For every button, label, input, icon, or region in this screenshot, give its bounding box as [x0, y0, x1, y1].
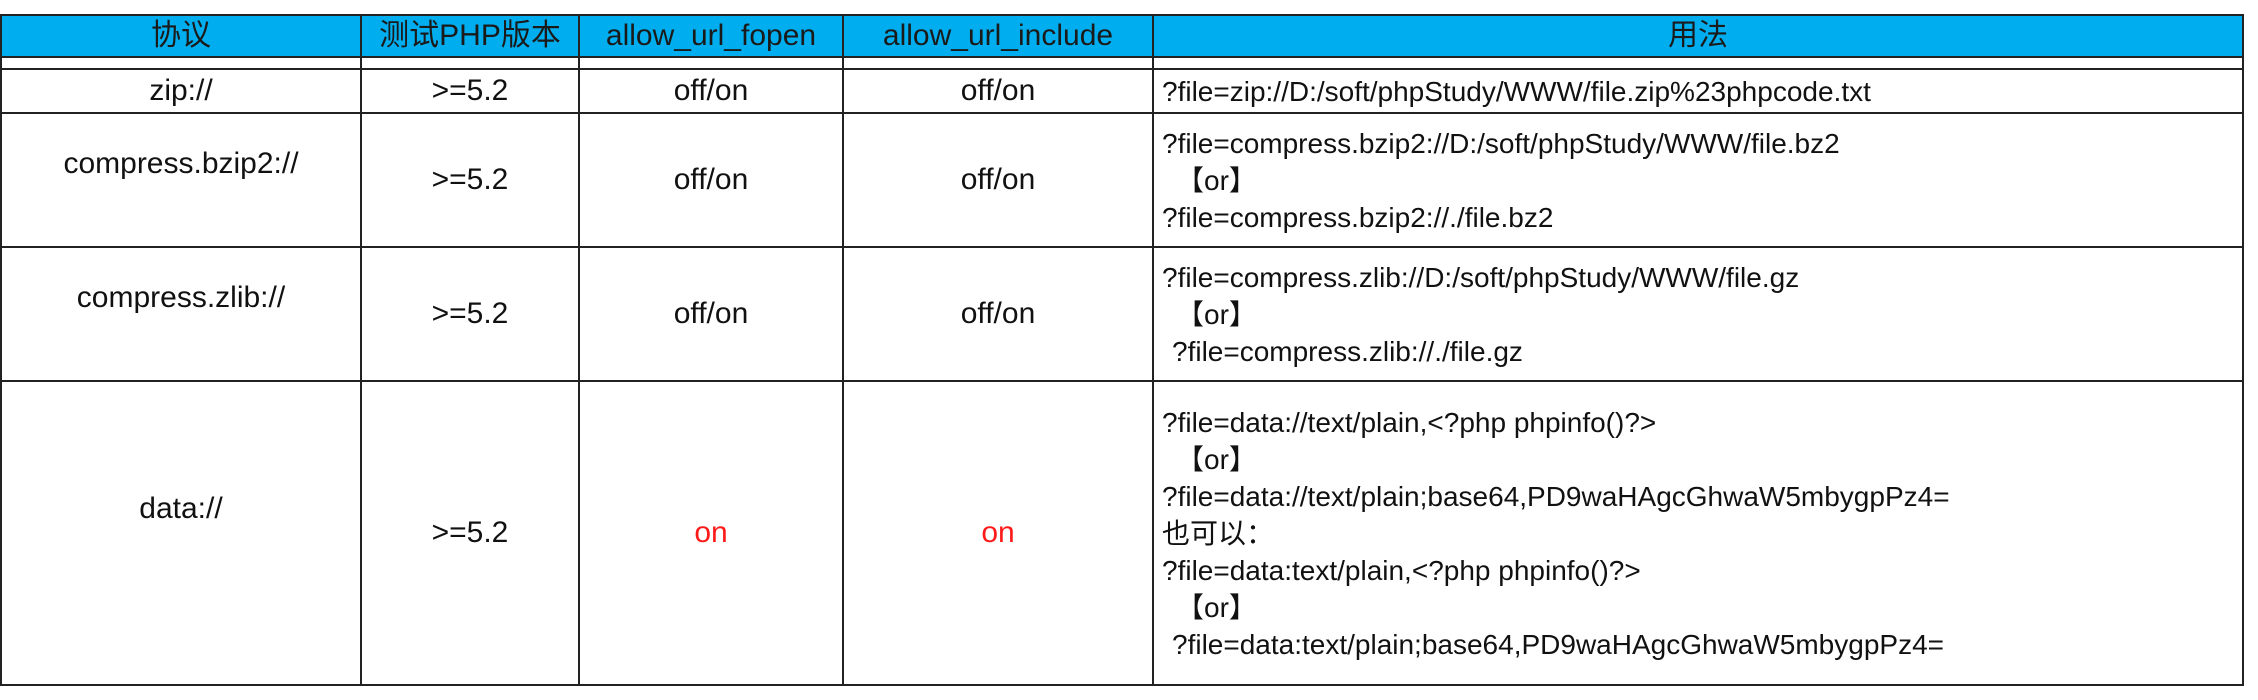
usage-line: ?file=compress.bzip2://D:/soft/phpStudy/… — [1162, 127, 1840, 159]
clipped-cell — [360, 56, 580, 70]
clipped-row — [0, 56, 2244, 70]
php-version-cell: >=5.2 — [360, 380, 580, 686]
fopen-cell: off/on — [578, 112, 844, 248]
usage-cell: ?file=compress.bzip2://D:/soft/phpStudy/… — [1152, 112, 2244, 248]
usage-or-separator: 【or】 — [1176, 164, 1257, 196]
php-version-cell: >=5.2 — [360, 68, 580, 114]
php-version-cell: >=5.2 — [360, 246, 580, 382]
include-cell: off/on — [842, 68, 1154, 114]
header-row: 协议 测试PHP版本 allow_url_fopen allow_url_inc… — [0, 14, 2244, 58]
protocol-cell: compress.bzip2:// — [0, 112, 362, 248]
usage-line: ?file=compress.bzip2://./file.bz2 — [1162, 201, 1554, 233]
clipped-cell — [1152, 56, 2244, 70]
fopen-cell: off/on — [578, 246, 844, 382]
include-cell: off/on — [842, 112, 1154, 248]
fopen-cell: off/on — [578, 68, 844, 114]
usage-line: ?file=data:text/plain;base64,PD9waHAgcGh… — [1172, 628, 1944, 660]
usage-line: ?file=data://text/plain;base64,PD9waHAgc… — [1162, 480, 1950, 512]
usage-cell: ?file=zip://D:/soft/phpStudy/WWW/file.zi… — [1152, 68, 2244, 114]
table-row: data:// >=5.2 on on ?file=data://text/pl… — [0, 380, 2244, 686]
usage-line: ?file=data://text/plain,<?php phpinfo()?… — [1162, 406, 1657, 438]
fopen-cell: on — [578, 380, 844, 686]
protocol-label: data:// — [139, 492, 223, 525]
header-allow-url-include: allow_url_include — [842, 14, 1154, 58]
header-php-version: 测试PHP版本 — [360, 14, 580, 58]
include-cell: on — [842, 380, 1154, 686]
protocol-cell: data:// — [0, 380, 362, 686]
protocol-label: compress.bzip2:// — [63, 147, 299, 180]
header-protocol: 协议 — [0, 14, 362, 58]
usage-or-separator: 【or】 — [1176, 443, 1257, 475]
usage-line: ?file=zip://D:/soft/phpStudy/WWW/file.zi… — [1162, 75, 1871, 107]
usage-or-separator: 【or】 — [1176, 591, 1257, 623]
protocol-cell: compress.zlib:// — [0, 246, 362, 382]
table-row: zip:// >=5.2 off/on off/on ?file=zip://D… — [0, 68, 2244, 114]
spreadsheet-table: 协议 测试PHP版本 allow_url_fopen allow_url_inc… — [0, 14, 2244, 686]
header-allow-url-fopen: allow_url_fopen — [578, 14, 844, 58]
usage-line: ?file=compress.zlib://./file.gz — [1172, 335, 1523, 367]
protocol-table: 协议 测试PHP版本 allow_url_fopen allow_url_inc… — [0, 14, 2244, 686]
usage-cell: ?file=data://text/plain,<?php phpinfo()?… — [1152, 380, 2244, 686]
usage-cell: ?file=compress.zlib://D:/soft/phpStudy/W… — [1152, 246, 2244, 382]
table-row: compress.bzip2:// >=5.2 off/on off/on ?f… — [0, 112, 2244, 248]
usage-line: ?file=data:text/plain,<?php phpinfo()?> — [1162, 554, 1641, 586]
clipped-cell — [578, 56, 844, 70]
usage-or-separator: 【or】 — [1176, 298, 1257, 330]
clipped-cell — [842, 56, 1154, 70]
header-usage: 用法 — [1152, 14, 2244, 58]
clipped-cell — [0, 56, 362, 70]
php-version-cell: >=5.2 — [360, 112, 580, 248]
protocol-label: compress.zlib:// — [76, 281, 286, 314]
usage-note: 也可以： — [1162, 517, 1275, 549]
protocol-cell: zip:// — [0, 68, 362, 114]
usage-line: ?file=compress.zlib://D:/soft/phpStudy/W… — [1162, 261, 1800, 293]
table-row: compress.zlib:// >=5.2 off/on off/on ?fi… — [0, 246, 2244, 382]
include-cell: off/on — [842, 246, 1154, 382]
